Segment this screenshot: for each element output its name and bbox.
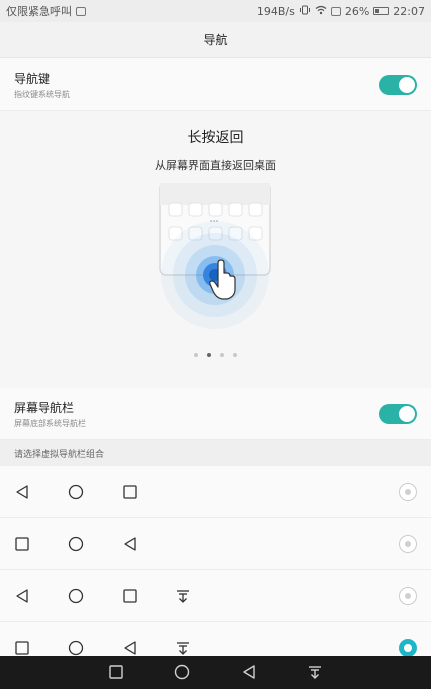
notification-pull-icon	[175, 640, 191, 656]
home-icon[interactable]	[174, 664, 190, 680]
demo-title: 长按返回	[187, 130, 244, 146]
screen-nav-subtitle: 屏幕底部系统导航栏	[14, 418, 86, 428]
page-dot[interactable]	[233, 353, 237, 357]
status-bar: 仅限紧急呼叫 194B/s 26% 22:07	[0, 0, 431, 22]
battery-percent: 26%	[344, 4, 370, 18]
page-dot[interactable]	[194, 353, 198, 357]
recent-apps-icon	[14, 536, 30, 552]
long-press-illustration	[159, 183, 271, 329]
recent-apps-icon	[122, 484, 138, 500]
recent-apps-icon[interactable]	[108, 664, 124, 680]
notification-pull-icon	[175, 588, 191, 604]
back-icon[interactable]	[241, 664, 257, 680]
screen-nav-title: 屏幕导航栏	[14, 400, 75, 415]
combination-radio[interactable]	[399, 535, 417, 553]
nav-keys-title: 导航键	[14, 71, 51, 86]
combination-radio[interactable]	[399, 483, 417, 501]
nav-keys-row[interactable]: 导航键 指纹键系统导航	[0, 59, 431, 111]
battery-icon	[373, 7, 390, 15]
demo-subtitle: 从屏幕界面直接返回桌面	[155, 159, 276, 172]
home-icon	[68, 484, 84, 500]
wifi-icon	[315, 5, 327, 18]
home-icon	[68, 536, 84, 552]
toggle-knob	[399, 405, 415, 422]
combination-radio[interactable]	[399, 587, 417, 605]
net-speed: 194B/s	[256, 4, 295, 18]
recent-apps-icon	[14, 640, 30, 656]
back-icon	[122, 536, 138, 552]
vibrate-icon	[299, 5, 311, 18]
gesture-demo[interactable]: 长按返回 从屏幕界面直接返回桌面	[0, 111, 431, 388]
sim-icon	[76, 6, 86, 16]
back-icon	[14, 588, 30, 604]
page-title: 导航	[203, 33, 228, 47]
nav-keys-toggle[interactable]	[379, 74, 417, 95]
recent-apps-icon	[122, 588, 138, 604]
toggle-knob	[399, 76, 415, 93]
page-dot[interactable]	[207, 353, 211, 357]
status-time: 22:07	[393, 4, 425, 18]
back-icon	[14, 484, 30, 500]
home-icon	[68, 588, 84, 604]
combination-option[interactable]	[0, 466, 431, 518]
notification-pull-icon[interactable]	[307, 664, 323, 680]
combination-option[interactable]	[0, 518, 431, 570]
screen-nav-row[interactable]: 屏幕导航栏 屏幕底部系统导航栏	[0, 388, 431, 440]
combination-option[interactable]	[0, 570, 431, 622]
back-icon	[122, 640, 138, 656]
combination-header: 请选择虚拟导航栏组合	[0, 440, 431, 466]
home-icon	[68, 640, 84, 656]
page-dot[interactable]	[220, 353, 224, 357]
title-bar: 导航	[0, 22, 431, 58]
page-indicator[interactable]	[0, 353, 431, 357]
system-nav-bar	[0, 656, 431, 689]
nav-keys-subtitle: 指纹键系统导航	[14, 89, 70, 99]
carrier-text: 仅限紧急呼叫	[6, 5, 72, 18]
combination-radio[interactable]	[399, 639, 417, 657]
sim-icon	[330, 6, 341, 16]
screen-nav-toggle[interactable]	[379, 403, 417, 424]
